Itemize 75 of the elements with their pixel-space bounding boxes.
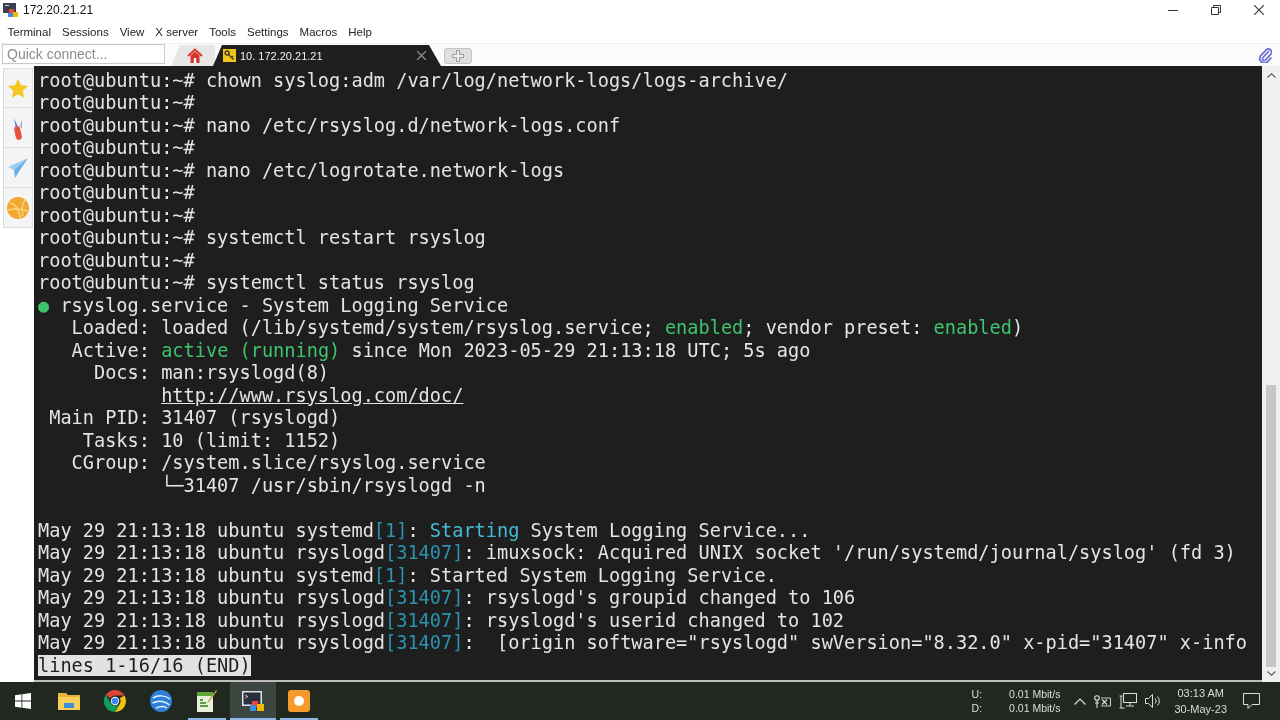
plus-icon bbox=[452, 50, 464, 62]
volume-icon[interactable] bbox=[1145, 694, 1163, 708]
scroll-down-icon[interactable] bbox=[1266, 671, 1276, 676]
menu-item[interactable]: Sessions bbox=[56, 23, 115, 40]
connection-off-icon[interactable] bbox=[1094, 694, 1112, 708]
close-icon[interactable] bbox=[417, 51, 426, 60]
chevron-up-icon[interactable] bbox=[1074, 697, 1087, 705]
close-icon bbox=[1253, 5, 1264, 15]
new-tab-button[interactable] bbox=[444, 48, 472, 64]
sphere-icon bbox=[150, 690, 172, 712]
star-icon bbox=[8, 78, 28, 98]
url-link[interactable]: http://www.rsyslog.com/doc/ bbox=[161, 384, 464, 406]
terminal-line: Tasks: 10 (limit: 1152) bbox=[82, 429, 341, 451]
terminal-line: May 29 21:13:18 ubuntu rsyslogd[31407]: [origin software="rsyslogd" swVersion="8.32.0" x-pid="31407" x-info bbox=[38, 632, 1247, 653]
terminal-line: May 29 21:13:18 ubuntu rsyslogd[31407]: rsyslogd's groupid changed to 106 bbox=[38, 587, 856, 608]
terminal-line: Active: active (running) since Mon 2023-05-29 21:13:18 UTC; 5s ago bbox=[71, 339, 811, 361]
menu-item[interactable]: Help bbox=[342, 23, 378, 40]
ball-icon bbox=[7, 196, 29, 219]
quick-connect-field[interactable]: Quick connect... bbox=[2, 44, 165, 64]
terminal-line: root@ubuntu:~# bbox=[38, 182, 195, 203]
terminal-line: root@ubuntu:~# bbox=[38, 204, 195, 226]
restore-icon bbox=[1210, 5, 1221, 15]
menu-item[interactable]: Macros bbox=[294, 23, 343, 40]
terminal-line: May 29 21:13:18 ubuntu rsyslogd[31407]: imuxsock: Acquired UNIX socket '/run/systemd/journal/syslog' (fd 3) bbox=[38, 542, 1236, 563]
terminal-line: Main PID: 31407 (rsyslogd) bbox=[49, 407, 341, 428]
window-title: 172.20.21.21 bbox=[23, 3, 94, 17]
terminal-line: root@ubuntu:~# nano /etc/rsyslog.d/network-logs.conf bbox=[38, 114, 621, 136]
terminal-line: May 29 21:13:18 ubuntu systemd[1]: Started System Logging Service. bbox=[38, 564, 777, 586]
terminal-line: root@ubuntu:~# bbox=[38, 137, 195, 158]
home-icon bbox=[187, 48, 203, 63]
terminal-icon bbox=[242, 691, 264, 711]
taskbar-button[interactable] bbox=[230, 682, 276, 720]
app-logo-icon bbox=[3, 3, 18, 17]
folder-icon bbox=[58, 692, 80, 710]
upload-label: U: bbox=[971, 687, 983, 701]
terminal-line: root@ubuntu:~# chown syslog:adm /var/log/network-logs/logs-archive/ bbox=[38, 69, 789, 91]
download-rate: 0.01 Mbit/s bbox=[1009, 701, 1061, 715]
terminal-line: Loaded: loaded (/lib/systemd/system/rsyslog.service; enabled; vendor preset: enabled) bbox=[71, 317, 1024, 338]
terminal-line: May 29 21:13:18 ubuntu systemd[1]: Starting System Logging Service... bbox=[38, 519, 811, 541]
clock-time: 03:13 AM bbox=[1177, 686, 1224, 701]
home-tab[interactable] bbox=[171, 45, 215, 66]
notepad-icon bbox=[197, 690, 217, 712]
terminal-line: root@ubuntu:~# bbox=[38, 92, 195, 113]
browser-icon bbox=[104, 690, 126, 712]
minimize-icon bbox=[1167, 9, 1178, 11]
terminal-line: CGroup: /system.slice/rsyslog.service bbox=[71, 452, 486, 473]
menu-item[interactable]: Terminal bbox=[2, 23, 57, 40]
key-icon bbox=[223, 49, 236, 62]
terminal-line: root@ubuntu:~# bbox=[38, 249, 195, 271]
clock-date: 30-May-23 bbox=[1174, 702, 1227, 717]
scroll-thumb[interactable] bbox=[1266, 385, 1276, 667]
terminal-line: Docs: man:rsyslogd(8) bbox=[94, 362, 330, 383]
sidebar-button[interactable] bbox=[3, 108, 33, 148]
upload-rate: 0.01 Mbit/s bbox=[1009, 687, 1061, 701]
scrollbar[interactable] bbox=[1262, 66, 1280, 682]
scroll-up-icon[interactable] bbox=[1266, 73, 1276, 78]
network-icon[interactable] bbox=[1119, 693, 1138, 709]
terminal-line: root@ubuntu:~# systemctl restart rsyslog bbox=[38, 227, 486, 248]
download-label: D: bbox=[971, 701, 983, 715]
terminal-line: root@ubuntu:~# systemctl status rsyslog bbox=[38, 272, 475, 293]
menu-item[interactable]: Settings bbox=[241, 23, 295, 40]
menu-item[interactable]: Tools bbox=[203, 23, 242, 40]
terminal-line: └─31407 /usr/sbin/rsyslogd -n bbox=[161, 474, 486, 496]
record-icon bbox=[288, 690, 310, 712]
paper-plane-icon bbox=[8, 157, 28, 178]
paperclip-icon[interactable] bbox=[1258, 46, 1272, 63]
menu-item[interactable]: View bbox=[114, 23, 150, 40]
terminal-line: ● rsyslog.service - System Logging Service bbox=[38, 294, 509, 316]
windows-logo-icon bbox=[15, 693, 31, 709]
notification-icon[interactable] bbox=[1243, 693, 1260, 709]
session-tab[interactable]: 10. 172.20.21.21 bbox=[213, 45, 441, 66]
pager-status: lines 1-16/16 (END) bbox=[38, 654, 251, 676]
terminal-line: root@ubuntu:~# nano /etc/logrotate.network-logs bbox=[38, 159, 565, 181]
terminal-line: May 29 21:13:18 ubuntu rsyslogd[31407]: rsyslogd's userid changed to 102 bbox=[38, 609, 844, 631]
menu-item[interactable]: X server bbox=[149, 23, 204, 40]
